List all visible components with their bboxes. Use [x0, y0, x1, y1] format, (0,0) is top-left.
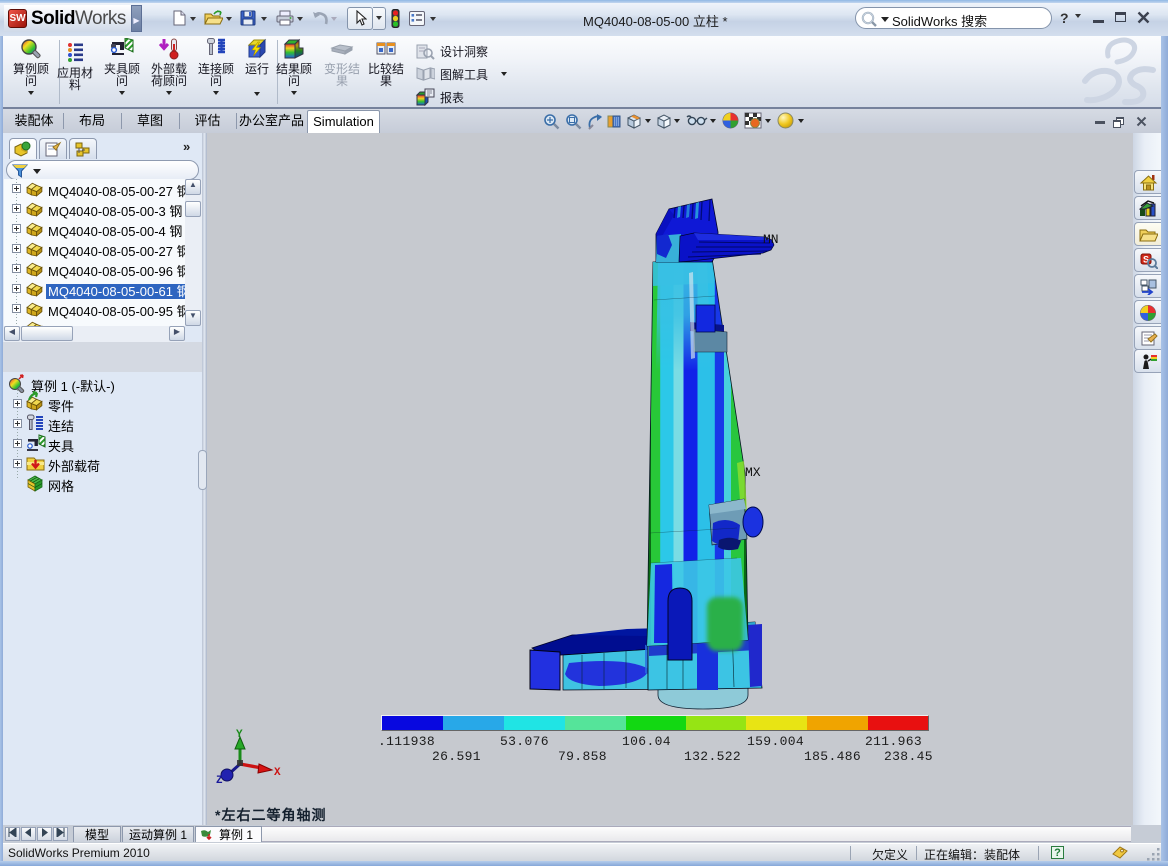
- svg-text:Z: Z: [216, 775, 223, 787]
- svg-text:X: X: [274, 767, 281, 779]
